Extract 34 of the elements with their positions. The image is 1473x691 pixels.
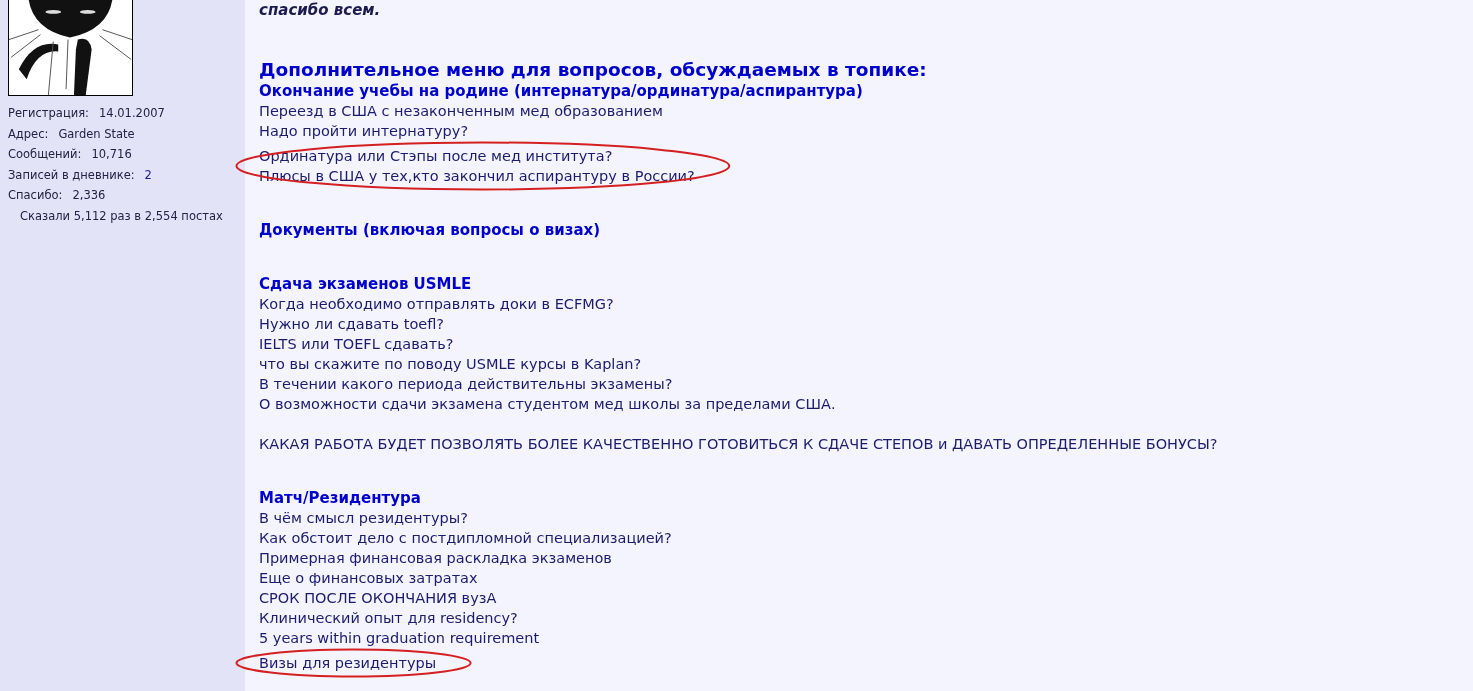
stat-label: Сообщений: xyxy=(8,147,82,161)
topic-link[interactable]: Когда необходимо отправлять доки в ECFMG? xyxy=(259,294,614,314)
topic-link[interactable]: Нужно ли сдавать toefl? xyxy=(259,314,445,334)
post-text: спасибо всем. xyxy=(259,2,381,18)
topic-link[interactable]: Надо пройти интернатуру? xyxy=(259,121,469,141)
thanks-note: Сказали 5,112 раз в 2,554 постах xyxy=(20,208,223,223)
stat-label: Адрес: xyxy=(8,126,49,141)
section-heading-link[interactable]: Документы (включая вопросы о визах) xyxy=(259,220,601,240)
topic-link[interactable]: Примерная финансовая раскладка экзаменов xyxy=(259,548,612,568)
section-heading-link[interactable]: Окончание учебы на родине (интернатура/ординатура/аспирантура) xyxy=(259,81,863,101)
stat-label: Спасибо: xyxy=(8,188,63,202)
topic-link[interactable]: В чём смысл резидентуры? xyxy=(259,508,468,528)
topic-link[interactable]: Еще о финансовых затратах xyxy=(259,568,478,588)
stat-label: Записей в дневнике: xyxy=(8,167,135,182)
stat-link[interactable]: 2 xyxy=(144,167,152,182)
topic-link[interactable]: что вы скажите по поводу USMLE курсы в Kaplan? xyxy=(259,354,642,374)
stat-value: 10,716 xyxy=(91,147,132,161)
stat-value: 2,336 xyxy=(72,188,106,202)
topic-link[interactable]: 5 years within graduation requirement xyxy=(259,628,540,648)
topic-link[interactable]: IELTS или TOEFL сдавать? xyxy=(259,334,454,354)
section-heading-link[interactable]: Матч/Резидентура xyxy=(259,488,421,508)
topic-link[interactable]: О возможности сдачи экзамена студентом мед школы за пределами США. xyxy=(259,394,836,414)
stat-value: Garden State xyxy=(58,126,135,141)
section-heading-link[interactable]: Сдача экзаменов USMLE xyxy=(259,274,472,294)
topic-link[interactable]: В течении какого периода действительны экзамены? xyxy=(259,374,673,394)
topic-link[interactable]: Клинический опыт для residency? xyxy=(259,608,518,628)
topic-link[interactable]: Переезд в США с незаконченным мед образованием xyxy=(259,101,663,121)
stat-label: Регистрация: xyxy=(8,106,89,120)
topic-link[interactable]: Как обстоит дело с постдипломной специализацией? xyxy=(259,528,672,548)
topic-link[interactable]: Ординатура или Стэпы после мед института? xyxy=(259,146,613,166)
menu-title: Дополнительное меню для вопросов, обсуждаемых в топике: xyxy=(259,59,927,81)
stat-value: 14.01.2007 xyxy=(99,106,165,120)
topic-link[interactable]: КАКАЯ РАБОТА БУДЕТ ПОЗВОЛЯТЬ БОЛЕЕ КАЧЕСТВЕННО ГОТОВИТЬСЯ К СДАЧЕ СТЕПОВ и ДАВАТЬ ОПРЕДЕЛЕННЫЕ БОНУСЫ? xyxy=(259,434,1218,454)
topic-link[interactable]: СРОК ПОСЛЕ ОКОНЧАНИЯ вузА xyxy=(259,588,497,608)
